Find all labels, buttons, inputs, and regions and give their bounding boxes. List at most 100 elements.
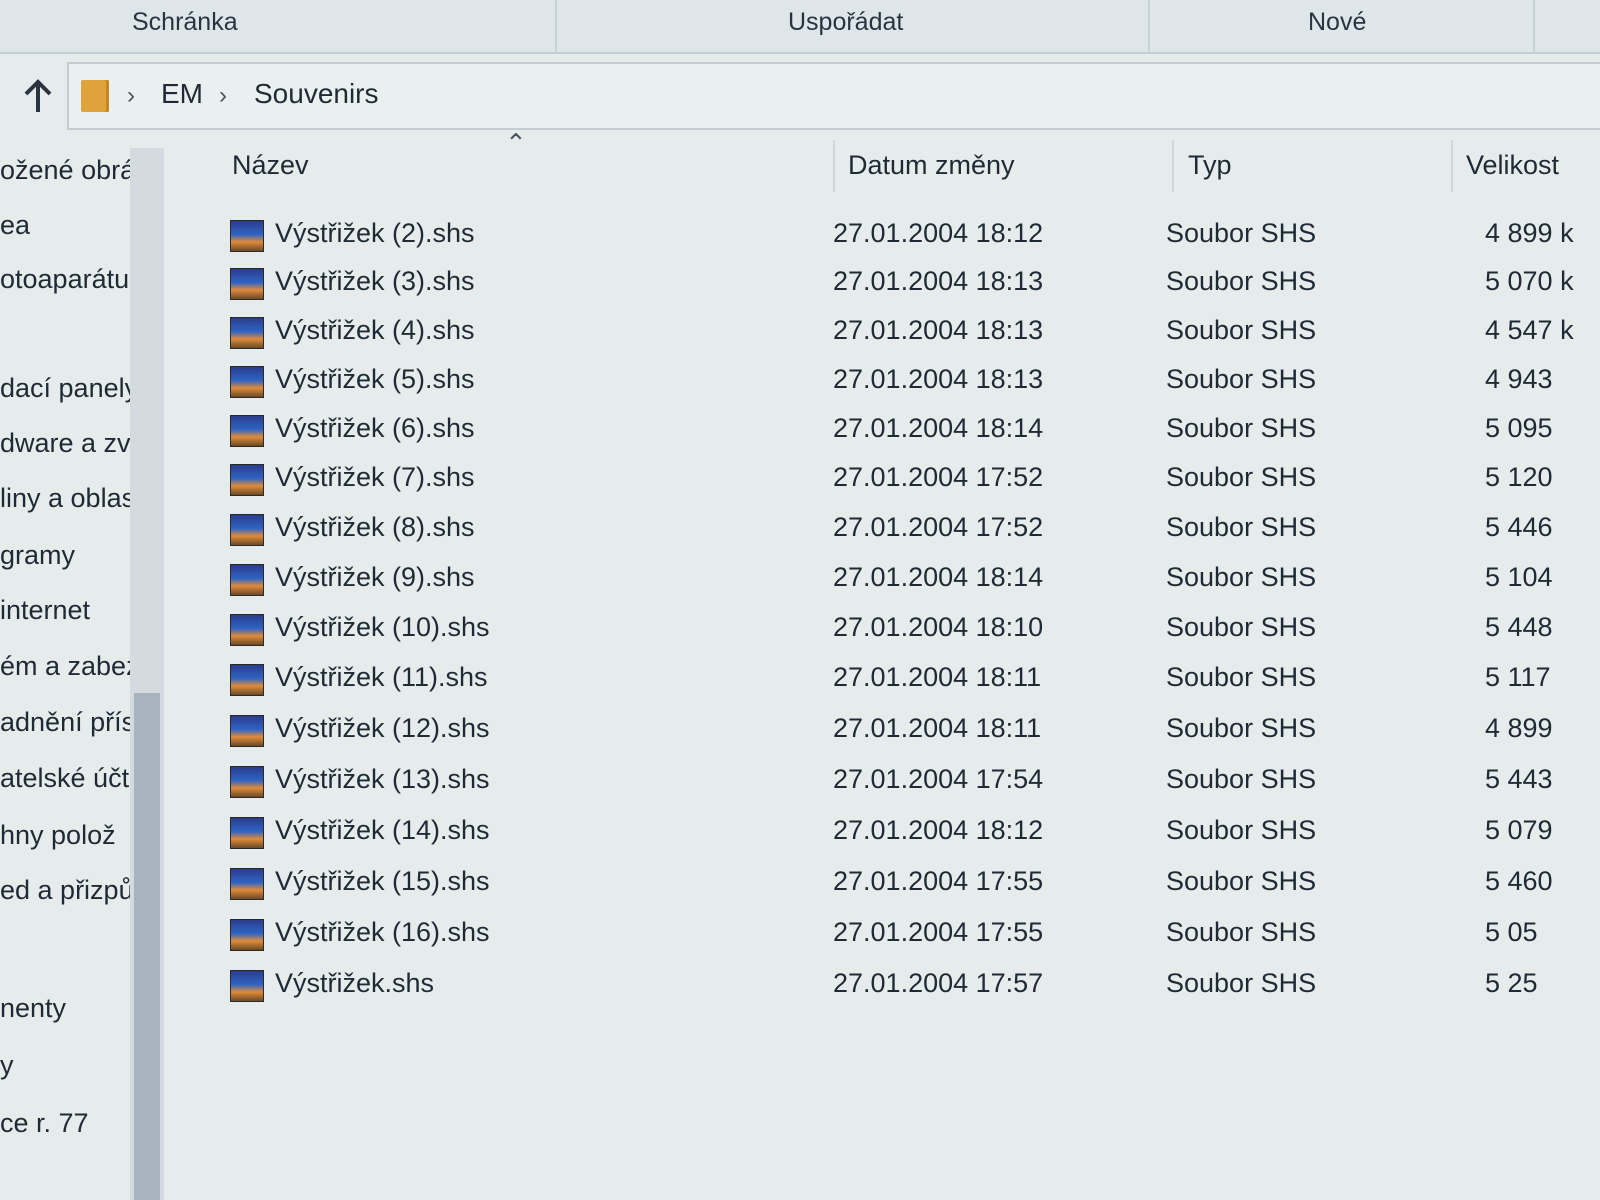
image-file-icon: [230, 464, 264, 496]
up-arrow-icon: [24, 79, 52, 112]
file-type: Soubor SHS: [1166, 364, 1317, 394]
image-file-icon: [230, 268, 264, 300]
file-name: Výstřižek (13).shs: [275, 764, 490, 794]
file-date: 27.01.2004 18:13: [833, 364, 1044, 394]
nav-item[interactable]: ožené obrázk: [0, 155, 130, 186]
column-header-size[interactable]: Velikost: [1466, 150, 1559, 181]
file-name: Výstřižek (10).shs: [275, 612, 490, 642]
file-date: 27.01.2004 18:12: [833, 218, 1044, 248]
ribbon-group-clipboard: Schránka: [132, 8, 238, 36]
nav-item[interactable]: y: [0, 1050, 130, 1081]
file-size: 5 070 k: [1485, 266, 1574, 296]
file-name: Výstřižek (14).shs: [275, 815, 490, 845]
file-date: 27.01.2004 17:55: [833, 917, 1044, 947]
chevron-right-icon[interactable]: ›: [127, 82, 135, 110]
column-header-date[interactable]: Datum změny: [848, 150, 1015, 181]
image-file-icon: [230, 919, 264, 951]
file-size: 4 547 k: [1485, 315, 1574, 345]
image-file-icon: [230, 868, 264, 900]
file-row[interactable]: Výstřižek (3).shs 27.01.2004 18:13 Soubo…: [0, 262, 1600, 310]
nav-item[interactable]: ce r. 77: [0, 1108, 130, 1139]
file-row[interactable]: Výstřižek (2).shs 27.01.2004 18:12 Soubo…: [0, 214, 1600, 262]
file-name: Výstřižek (16).shs: [275, 917, 490, 947]
file-type: Soubor SHS: [1166, 612, 1317, 642]
column-divider[interactable]: [1172, 140, 1174, 192]
ribbon-divider: [555, 0, 557, 52]
file-size: 5 120: [1485, 462, 1553, 492]
file-type: Soubor SHS: [1166, 866, 1317, 896]
file-row[interactable]: Výstřižek (7).shs 27.01.2004 17:52 Soubo…: [0, 458, 1600, 506]
image-file-icon: [230, 817, 264, 849]
image-file-icon: [230, 766, 264, 798]
breadcrumb-em[interactable]: EM: [161, 78, 203, 110]
file-date: 27.01.2004 17:55: [833, 866, 1044, 896]
file-name: Výstřižek (6).shs: [275, 413, 475, 443]
file-row[interactable]: Výstřižek (6).shs 27.01.2004 18:14 Soubo…: [0, 409, 1600, 457]
column-header-name[interactable]: Název: [232, 150, 309, 181]
file-date: 27.01.2004 17:52: [833, 462, 1044, 492]
ribbon-group-organize: Uspořádat: [788, 8, 904, 36]
file-size: 5 443: [1485, 764, 1553, 794]
image-file-icon: [230, 220, 264, 252]
image-file-icon: [230, 664, 264, 696]
file-size: 5 448: [1485, 612, 1553, 642]
file-row[interactable]: Výstřižek (4).shs 27.01.2004 18:13 Soubo…: [0, 311, 1600, 359]
file-size: 4 943: [1485, 364, 1553, 394]
file-date: 27.01.2004 18:12: [833, 815, 1044, 845]
file-date: 27.01.2004 17:54: [833, 764, 1044, 794]
file-row[interactable]: Výstřižek (11).shs 27.01.2004 18:11 Soub…: [0, 658, 1600, 706]
file-name: Výstřižek (2).shs: [275, 218, 475, 248]
image-file-icon: [230, 715, 264, 747]
file-type: Soubor SHS: [1166, 266, 1317, 296]
image-file-icon: [230, 415, 264, 447]
file-size: 5 460: [1485, 866, 1553, 896]
file-name: Výstřižek (15).shs: [275, 866, 490, 896]
column-divider[interactable]: [1451, 140, 1453, 192]
file-row[interactable]: Výstřižek.shs 27.01.2004 17:57 Soubor SH…: [0, 964, 1600, 1012]
file-size: 5 095: [1485, 413, 1553, 443]
file-date: 27.01.2004 18:10: [833, 612, 1044, 642]
up-arrow-button[interactable]: [18, 76, 58, 116]
file-date: 27.01.2004 17:57: [833, 968, 1044, 998]
file-row[interactable]: Výstřižek (16).shs 27.01.2004 17:55 Soub…: [0, 913, 1600, 961]
folder-icon: [81, 80, 109, 112]
address-row: › EM › Souvenirs: [0, 56, 1600, 132]
file-size: 4 899: [1485, 713, 1553, 743]
file-row[interactable]: Výstřižek (14).shs 27.01.2004 18:12 Soub…: [0, 811, 1600, 859]
file-row[interactable]: Výstřižek (13).shs 27.01.2004 17:54 Soub…: [0, 760, 1600, 808]
file-type: Soubor SHS: [1166, 512, 1317, 542]
chevron-right-icon[interactable]: ›: [219, 82, 227, 110]
breadcrumb-souvenirs[interactable]: Souvenirs: [254, 78, 379, 110]
ribbon-divider: [1533, 0, 1535, 52]
image-file-icon: [230, 970, 264, 1002]
file-type: Soubor SHS: [1166, 968, 1317, 998]
file-row[interactable]: Výstřižek (8).shs 27.01.2004 17:52 Soubo…: [0, 508, 1600, 556]
file-size: 4 899 k: [1485, 218, 1574, 248]
file-size: 5 117: [1485, 662, 1551, 692]
file-size: 5 05: [1485, 917, 1538, 947]
image-file-icon: [230, 514, 264, 546]
file-name: Výstřižek (11).shs: [275, 662, 488, 692]
file-row[interactable]: Výstřižek (10).shs 27.01.2004 18:10 Soub…: [0, 608, 1600, 656]
column-header-type[interactable]: Typ: [1188, 150, 1232, 181]
file-date: 27.01.2004 18:11: [833, 713, 1042, 743]
file-row[interactable]: Výstřižek (9).shs 27.01.2004 18:14 Soubo…: [0, 558, 1600, 606]
file-date: 27.01.2004 18:13: [833, 315, 1044, 345]
file-type: Soubor SHS: [1166, 917, 1317, 947]
file-name: Výstřižek (7).shs: [275, 462, 475, 492]
column-divider[interactable]: [833, 140, 835, 192]
ribbon: Schránka Uspořádat Nové: [0, 0, 1600, 54]
image-file-icon: [230, 366, 264, 398]
file-type: Soubor SHS: [1166, 662, 1317, 692]
ribbon-divider: [1148, 0, 1150, 52]
sort-ascending-icon: ⌃: [505, 128, 527, 158]
file-row[interactable]: Výstřižek (15).shs 27.01.2004 17:55 Soub…: [0, 862, 1600, 910]
file-row[interactable]: Výstřižek (12).shs 27.01.2004 18:11 Soub…: [0, 709, 1600, 757]
file-name: Výstřižek (4).shs: [275, 315, 475, 345]
file-name: Výstřižek.shs: [275, 968, 435, 998]
file-name: Výstřižek (8).shs: [275, 512, 475, 542]
file-row[interactable]: Výstřižek (5).shs 27.01.2004 18:13 Soubo…: [0, 360, 1600, 408]
address-bar[interactable]: › EM › Souvenirs: [67, 62, 1600, 130]
image-file-icon: [230, 614, 264, 646]
file-date: 27.01.2004 18:13: [833, 266, 1044, 296]
